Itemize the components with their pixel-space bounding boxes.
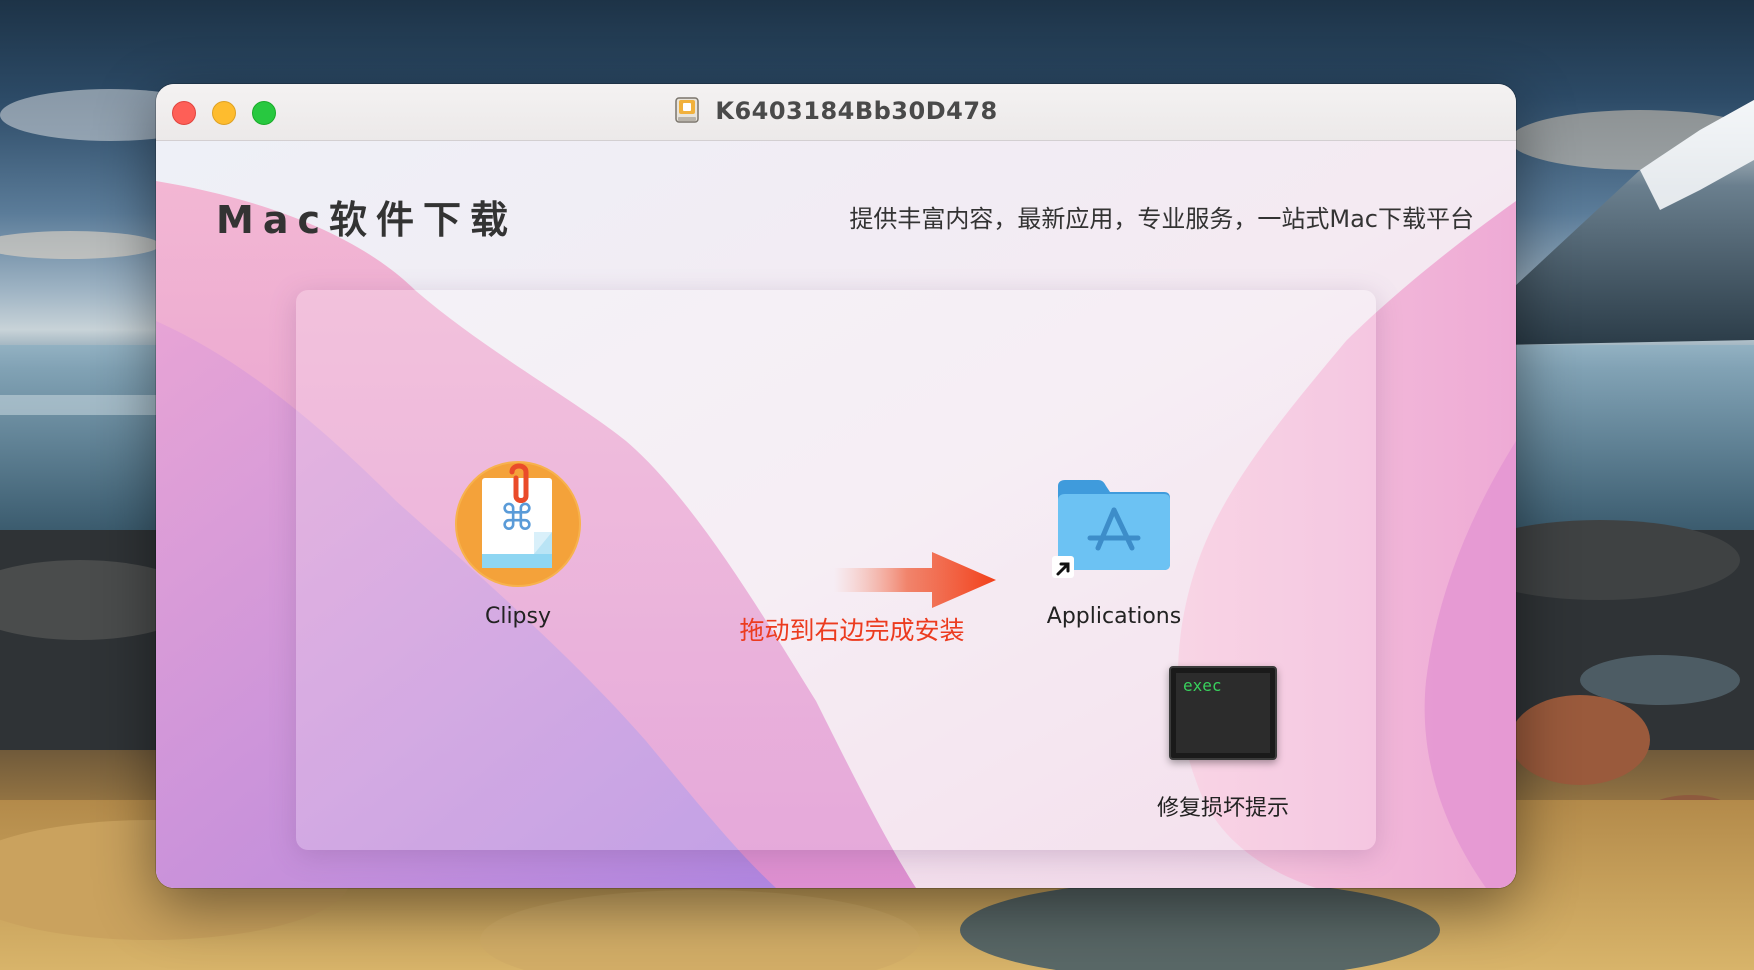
svg-text:⌘: ⌘ [499,498,535,539]
title-bar[interactable]: K6403184Bb30D478 [156,84,1516,141]
install-instruction: 拖动到右边完成安装 [739,616,965,645]
installer-window: K6403184Bb30D478 Mac软件下载 提供丰富内容，最新应用，专业服… [156,84,1516,888]
clipsy-label: Clipsy [484,604,552,629]
clipsy-app-item[interactable]: ⌘ Clipsy [448,460,588,629]
exec-text: exec [1183,676,1222,695]
disk-image-icon [675,97,699,123]
applications-folder-icon [1052,480,1170,578]
repair-tool-item[interactable]: exec 修复损坏提示 [1123,666,1323,822]
terminal-exec-icon: exec [1169,666,1277,760]
window-title-group: K6403184Bb30D478 [156,96,1516,128]
brand-title: Mac软件下载 [216,198,517,242]
applications-label: Applications [1046,604,1182,629]
clipsy-app-icon: ⌘ [455,461,581,587]
repair-label: 修复损坏提示 [1156,796,1289,821]
brand-tagline: 提供丰富内容，最新应用，专业服务，一站式Mac下载平台 [849,205,1474,233]
window-title: K6403184Bb30D478 [715,97,998,125]
applications-folder-item[interactable]: Applications [1028,464,1200,629]
